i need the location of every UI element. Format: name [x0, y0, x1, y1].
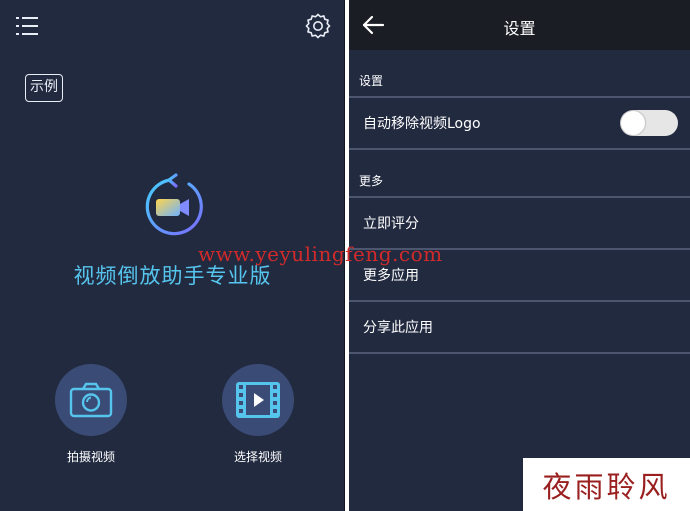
shoot-video-circle[interactable]: [55, 364, 127, 436]
share-app-label: 分享此应用: [363, 320, 433, 336]
choose-video-circle[interactable]: [222, 364, 294, 436]
auto-remove-logo-toggle[interactable]: [620, 110, 678, 136]
rate-now-label: 立即评分: [363, 216, 419, 232]
shoot-video-button[interactable]: 拍摄视频: [46, 364, 136, 465]
auto-remove-logo-label: 自动移除视频Logo: [363, 116, 481, 132]
more-apps-label: 更多应用: [363, 268, 419, 284]
section-header-more: 更多: [359, 174, 384, 188]
rate-now-row[interactable]: 立即评分: [349, 198, 690, 248]
divider: [349, 352, 690, 354]
example-button[interactable]: 示例: [25, 74, 63, 102]
toggle-knob: [621, 111, 645, 135]
brand-watermark: 夜雨聆风: [523, 458, 690, 511]
camera-icon: [69, 382, 113, 418]
auto-remove-logo-row[interactable]: 自动移除视频Logo: [349, 98, 690, 148]
gear-icon[interactable]: [304, 12, 332, 40]
list-menu-icon[interactable]: [16, 14, 42, 38]
page-title: 设置: [503, 19, 536, 38]
choose-video-button[interactable]: 选择视频: [213, 364, 303, 465]
section-header-settings: 设置: [359, 74, 384, 88]
watermark-url: www.yeyulingfeng.com: [198, 242, 443, 266]
settings-topbar: 设置: [349, 0, 690, 50]
share-app-row[interactable]: 分享此应用: [349, 302, 690, 352]
video-reverse-logo-icon: [145, 173, 203, 236]
choose-video-label: 选择视频: [233, 450, 282, 464]
shoot-video-label: 拍摄视频: [66, 450, 115, 464]
film-play-icon: [236, 382, 280, 418]
